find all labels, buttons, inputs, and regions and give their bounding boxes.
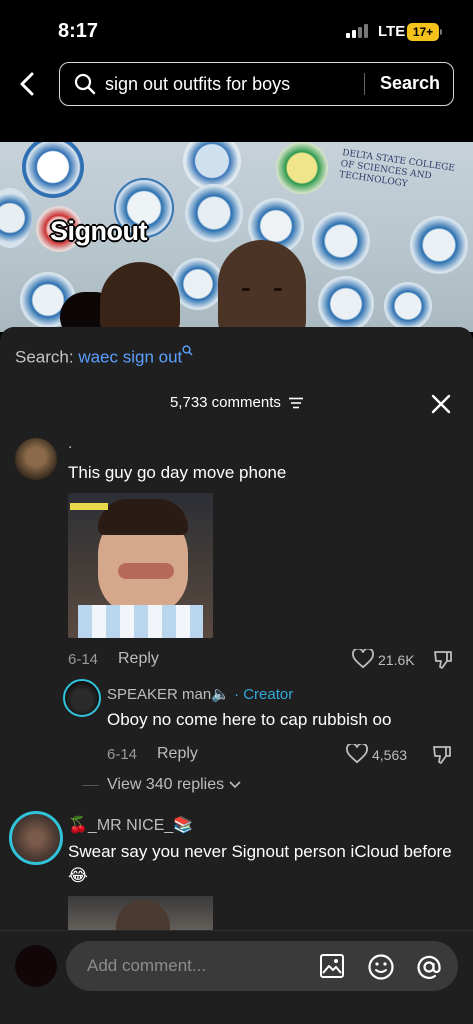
- meme-shirt: [78, 605, 203, 638]
- video-caption: Signout: [50, 216, 147, 246]
- comments-count[interactable]: 5,733 comments: [0, 394, 473, 411]
- avatar: [15, 945, 57, 987]
- battery-indicator: 17+: [407, 23, 439, 41]
- search-button[interactable]: Search: [380, 73, 440, 94]
- banner-badge: [276, 142, 328, 194]
- reply-button[interactable]: Reply: [118, 650, 159, 668]
- avatar[interactable]: [63, 679, 101, 717]
- comments-sheet: Search: waec sign out 5,733 comments . T…: [0, 327, 473, 1024]
- search-header: sign out outfits for boys Search: [0, 56, 473, 142]
- related-search-query[interactable]: waec sign out: [78, 348, 182, 367]
- search-input[interactable]: sign out outfits for boys Search: [59, 62, 454, 106]
- banner-text: DELTA STATE COLLEGE OF SCIENCES AND TECH…: [338, 148, 456, 190]
- comment-input[interactable]: Add comment...: [66, 941, 458, 991]
- status-bar: 8:17 LTE 17+: [0, 0, 473, 56]
- comment-input-placeholder: Add comment...: [87, 956, 207, 975]
- filter-icon[interactable]: [289, 397, 304, 409]
- avatar[interactable]: [9, 811, 63, 865]
- banner-badge: [0, 188, 32, 248]
- comments-count-label: 5,733 comments: [169, 394, 281, 411]
- image-icon[interactable]: [319, 953, 345, 979]
- search-icon: [74, 73, 96, 95]
- creator-badge: · Creator: [234, 686, 294, 703]
- battery-tip: [440, 29, 442, 35]
- close-icon[interactable]: [430, 393, 452, 415]
- view-replies-button[interactable]: View 340 replies: [107, 776, 241, 794]
- like-count: 4,563: [372, 747, 408, 763]
- person-head: [100, 262, 180, 332]
- signal-icon: [346, 24, 368, 38]
- reply-text: Oboy no come here to cap rubbish oo: [107, 710, 392, 729]
- status-time: 8:17: [58, 20, 99, 42]
- comment-date: 6-14: [68, 651, 99, 668]
- heart-icon[interactable]: [346, 744, 368, 764]
- search-query[interactable]: sign out outfits for boys: [105, 74, 290, 95]
- person-eye: [242, 288, 250, 291]
- comment-text: Swear say you never Signout person iClou…: [68, 842, 452, 885]
- search-icon: [182, 345, 193, 356]
- banner-badge: [384, 282, 432, 330]
- replies-divider: [82, 785, 99, 786]
- comment-text: This guy go day move phone: [68, 463, 287, 482]
- network-label: LTE: [378, 23, 406, 40]
- banner-badge: [185, 184, 243, 242]
- reply-date: 6-14: [107, 746, 138, 763]
- search-divider: [364, 73, 365, 95]
- comment-composer: Add comment...: [0, 930, 473, 1024]
- comment-username[interactable]: 🍒_MR NICE_📚: [68, 815, 193, 835]
- meme-logo: [70, 503, 108, 510]
- heart-icon[interactable]: [352, 649, 374, 669]
- banner-badge: [312, 212, 370, 270]
- dislike-icon[interactable]: [432, 649, 454, 671]
- comment-image[interactable]: [68, 493, 213, 638]
- meme-hair: [98, 499, 188, 535]
- banner-badge: [183, 142, 241, 190]
- related-search-label: Search:: [15, 347, 74, 367]
- person-head: [218, 240, 306, 332]
- banner-badge: [22, 142, 84, 198]
- back-icon[interactable]: [14, 70, 42, 98]
- emoji-icon[interactable]: [367, 953, 395, 981]
- video-player[interactable]: DELTA STATE COLLEGE OF SCIENCES AND TECH…: [0, 142, 473, 332]
- comment-username[interactable]: .: [68, 435, 72, 453]
- mention-icon[interactable]: [415, 953, 443, 981]
- dislike-icon[interactable]: [431, 744, 453, 766]
- avatar[interactable]: [15, 438, 57, 480]
- view-replies-label: View 340 replies: [107, 776, 225, 793]
- person-eye: [274, 288, 282, 291]
- reply-username[interactable]: SPEAKER man🔈 · Creator: [107, 685, 293, 703]
- banner-badge: [410, 216, 468, 274]
- chevron-down-icon: [228, 781, 241, 788]
- reply-button[interactable]: Reply: [157, 745, 198, 763]
- reply-username-text[interactable]: SPEAKER man🔈: [107, 686, 230, 703]
- like-count: 21.6K: [378, 652, 415, 668]
- meme-mouth: [118, 563, 174, 579]
- banner-badge: [318, 276, 374, 332]
- related-search[interactable]: Search: waec sign out: [15, 345, 193, 368]
